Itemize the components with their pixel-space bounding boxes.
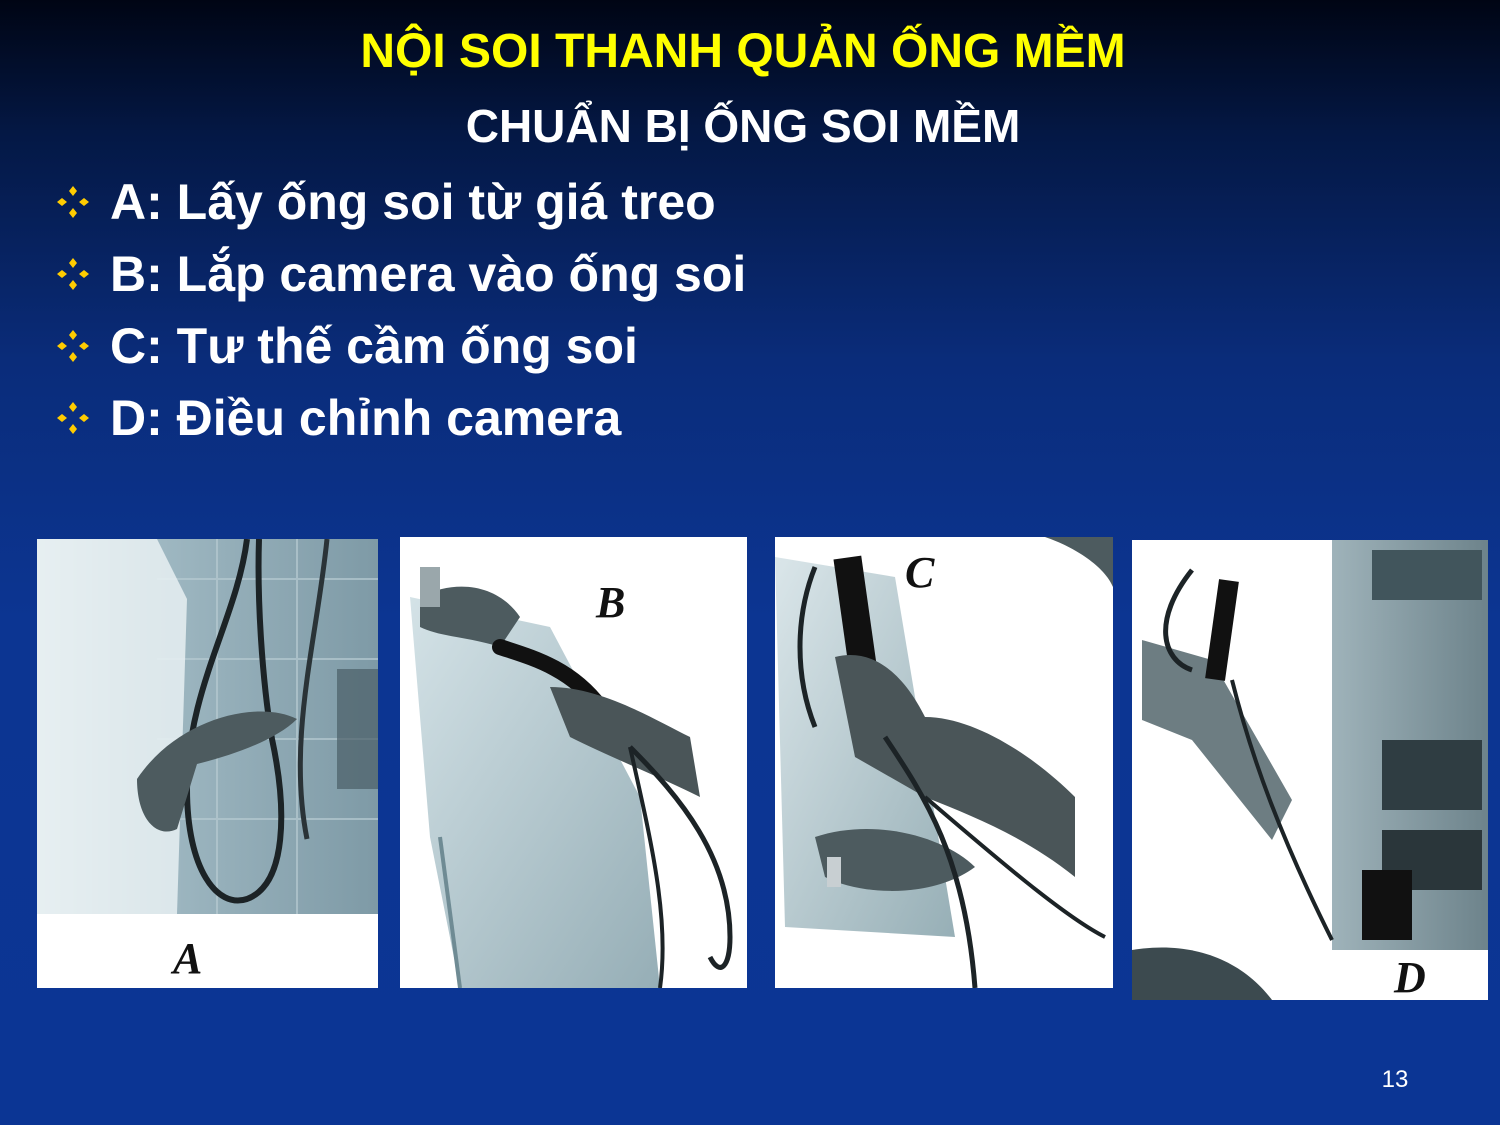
photo-d: D [1132, 540, 1488, 1000]
bullet-text: D: Điều chỉnh camera [110, 390, 622, 446]
bullet-item-c: C: Tư thế cầm ống soi [56, 310, 746, 382]
slide-subtitle: CHUẨN BỊ ỐNG SOI MỀM [465, 100, 1021, 152]
photo-label-b: B [596, 578, 626, 627]
photo-a: A [37, 539, 378, 988]
photo-b: B [400, 537, 747, 988]
holding-posture-photo-icon [775, 537, 1113, 988]
photo-label-a: A [173, 934, 203, 983]
bullet-item-a: A: Lấy ống soi từ giá treo [56, 166, 746, 238]
diamond-bullet-icon [57, 330, 89, 362]
slide-title: NỘI SOI THANH QUẢN ỐNG MỀM [360, 25, 1126, 78]
bullet-list: A: Lấy ống soi từ giá treo B: Lắp camera… [56, 166, 746, 454]
photo-label-d: D [1394, 953, 1426, 1000]
diamond-bullet-icon [57, 402, 89, 434]
adjust-camera-photo-icon [1132, 540, 1488, 1000]
photo-c: C [775, 537, 1113, 988]
endoscope-rack-photo-icon [37, 539, 378, 988]
slide: NỘI SOI THANH QUẢN ỐNG MỀM CHUẨN BỊ ỐNG … [0, 0, 1500, 1125]
bullet-text: C: Tư thế cầm ống soi [110, 318, 638, 374]
attach-camera-photo-icon [400, 537, 747, 988]
page-number: 13 [1381, 1066, 1409, 1093]
photo-label-c: C [905, 548, 935, 597]
bullet-item-d: D: Điều chỉnh camera [56, 382, 746, 454]
bullet-item-b: B: Lắp camera vào ống soi [56, 238, 746, 310]
bullet-text: B: Lắp camera vào ống soi [110, 246, 747, 302]
diamond-bullet-icon [57, 186, 89, 218]
bullet-text: A: Lấy ống soi từ giá treo [110, 174, 716, 230]
diamond-bullet-icon [57, 258, 89, 290]
